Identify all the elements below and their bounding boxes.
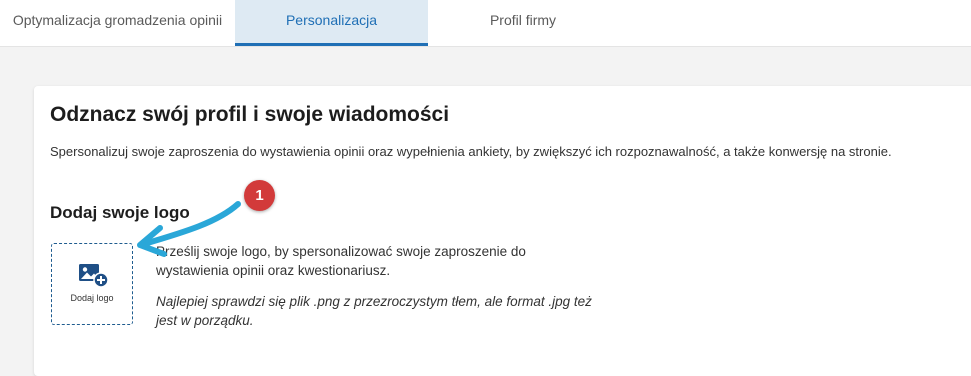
card-title: Odznacz swój profil i swoje wiadomości [50, 103, 450, 126]
upload-hint: Najlepiej sprawdzi się plik .png z przez… [156, 294, 592, 328]
add-logo-label: Dodaj logo [70, 293, 114, 303]
tab-profil-firmy[interactable]: Profil firmy [428, 0, 618, 44]
tab-personalizacja[interactable]: Personalizacja [235, 0, 428, 46]
card-description: Spersonalizuj swoje zaproszenia do wysta… [50, 144, 892, 159]
add-image-icon [79, 264, 109, 288]
tab-optymalizacja[interactable]: Optymalizacja gromadzenia opinii [0, 0, 235, 44]
tab-bar: Optymalizacja gromadzenia opinii Persona… [0, 0, 971, 47]
add-logo-button[interactable]: Dodaj logo [51, 243, 133, 325]
step-badge: 1 [244, 180, 275, 211]
